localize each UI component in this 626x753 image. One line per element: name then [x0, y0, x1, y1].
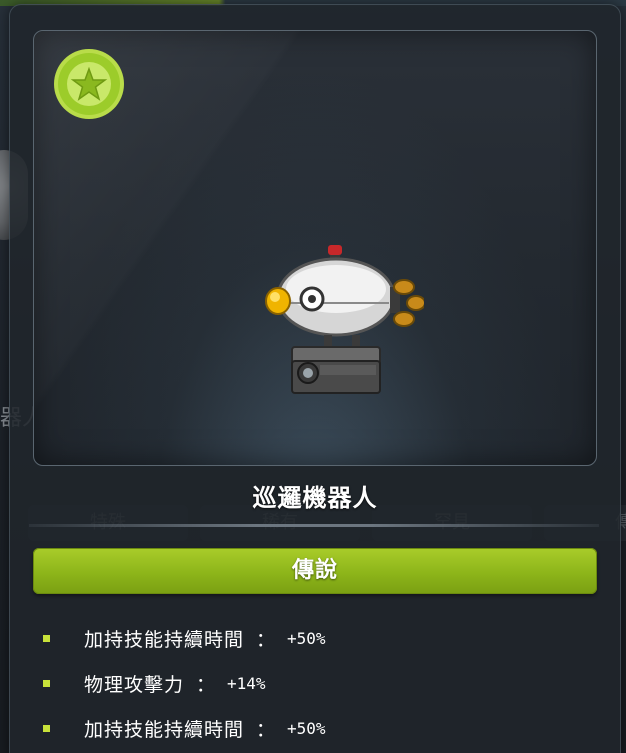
game-screen: 器人 特殊 稀有 罕見 傳 — [0, 0, 626, 753]
stat-value: +50% — [287, 629, 326, 648]
item-preview-frame — [33, 30, 597, 466]
stat-separator: ： — [196, 674, 216, 696]
bullet-icon — [43, 680, 50, 687]
item-name: 巡邏機器人 — [252, 484, 378, 512]
item-stats: 加持技能持續時間 ： +50% 物理攻擊力 ： +14% 加持技能持續時間 ： … — [39, 616, 599, 751]
stat-separator: ： — [256, 719, 276, 741]
stat-row: 加持技能持續時間 ： +50% — [39, 706, 599, 751]
rarity-badge: 傳說 — [33, 548, 597, 594]
star-badge-icon — [54, 49, 124, 119]
patrol-robot-airship-icon — [265, 245, 424, 394]
item-tooltip: 巡邏機器人 傳說 加持技能持續時間 ： +50% 物理攻擊力 ： +14% 加持… — [9, 4, 621, 753]
bullet-icon — [43, 725, 50, 732]
stat-value: +14% — [227, 674, 266, 693]
stat-name: 物理攻擊力 — [84, 674, 185, 696]
stat-name: 加持技能持續時間 — [84, 719, 245, 741]
rarity-label: 傳說 — [291, 558, 338, 583]
stat-row: 加持技能持續時間 ： +50% — [39, 616, 599, 661]
stat-separator: ： — [256, 629, 276, 651]
stat-value: +50% — [287, 719, 326, 738]
stat-name: 加持技能持續時間 — [84, 629, 245, 651]
bullet-icon — [43, 635, 50, 642]
divider — [29, 524, 599, 527]
stat-row: 物理攻擊力 ： +14% — [39, 661, 599, 706]
